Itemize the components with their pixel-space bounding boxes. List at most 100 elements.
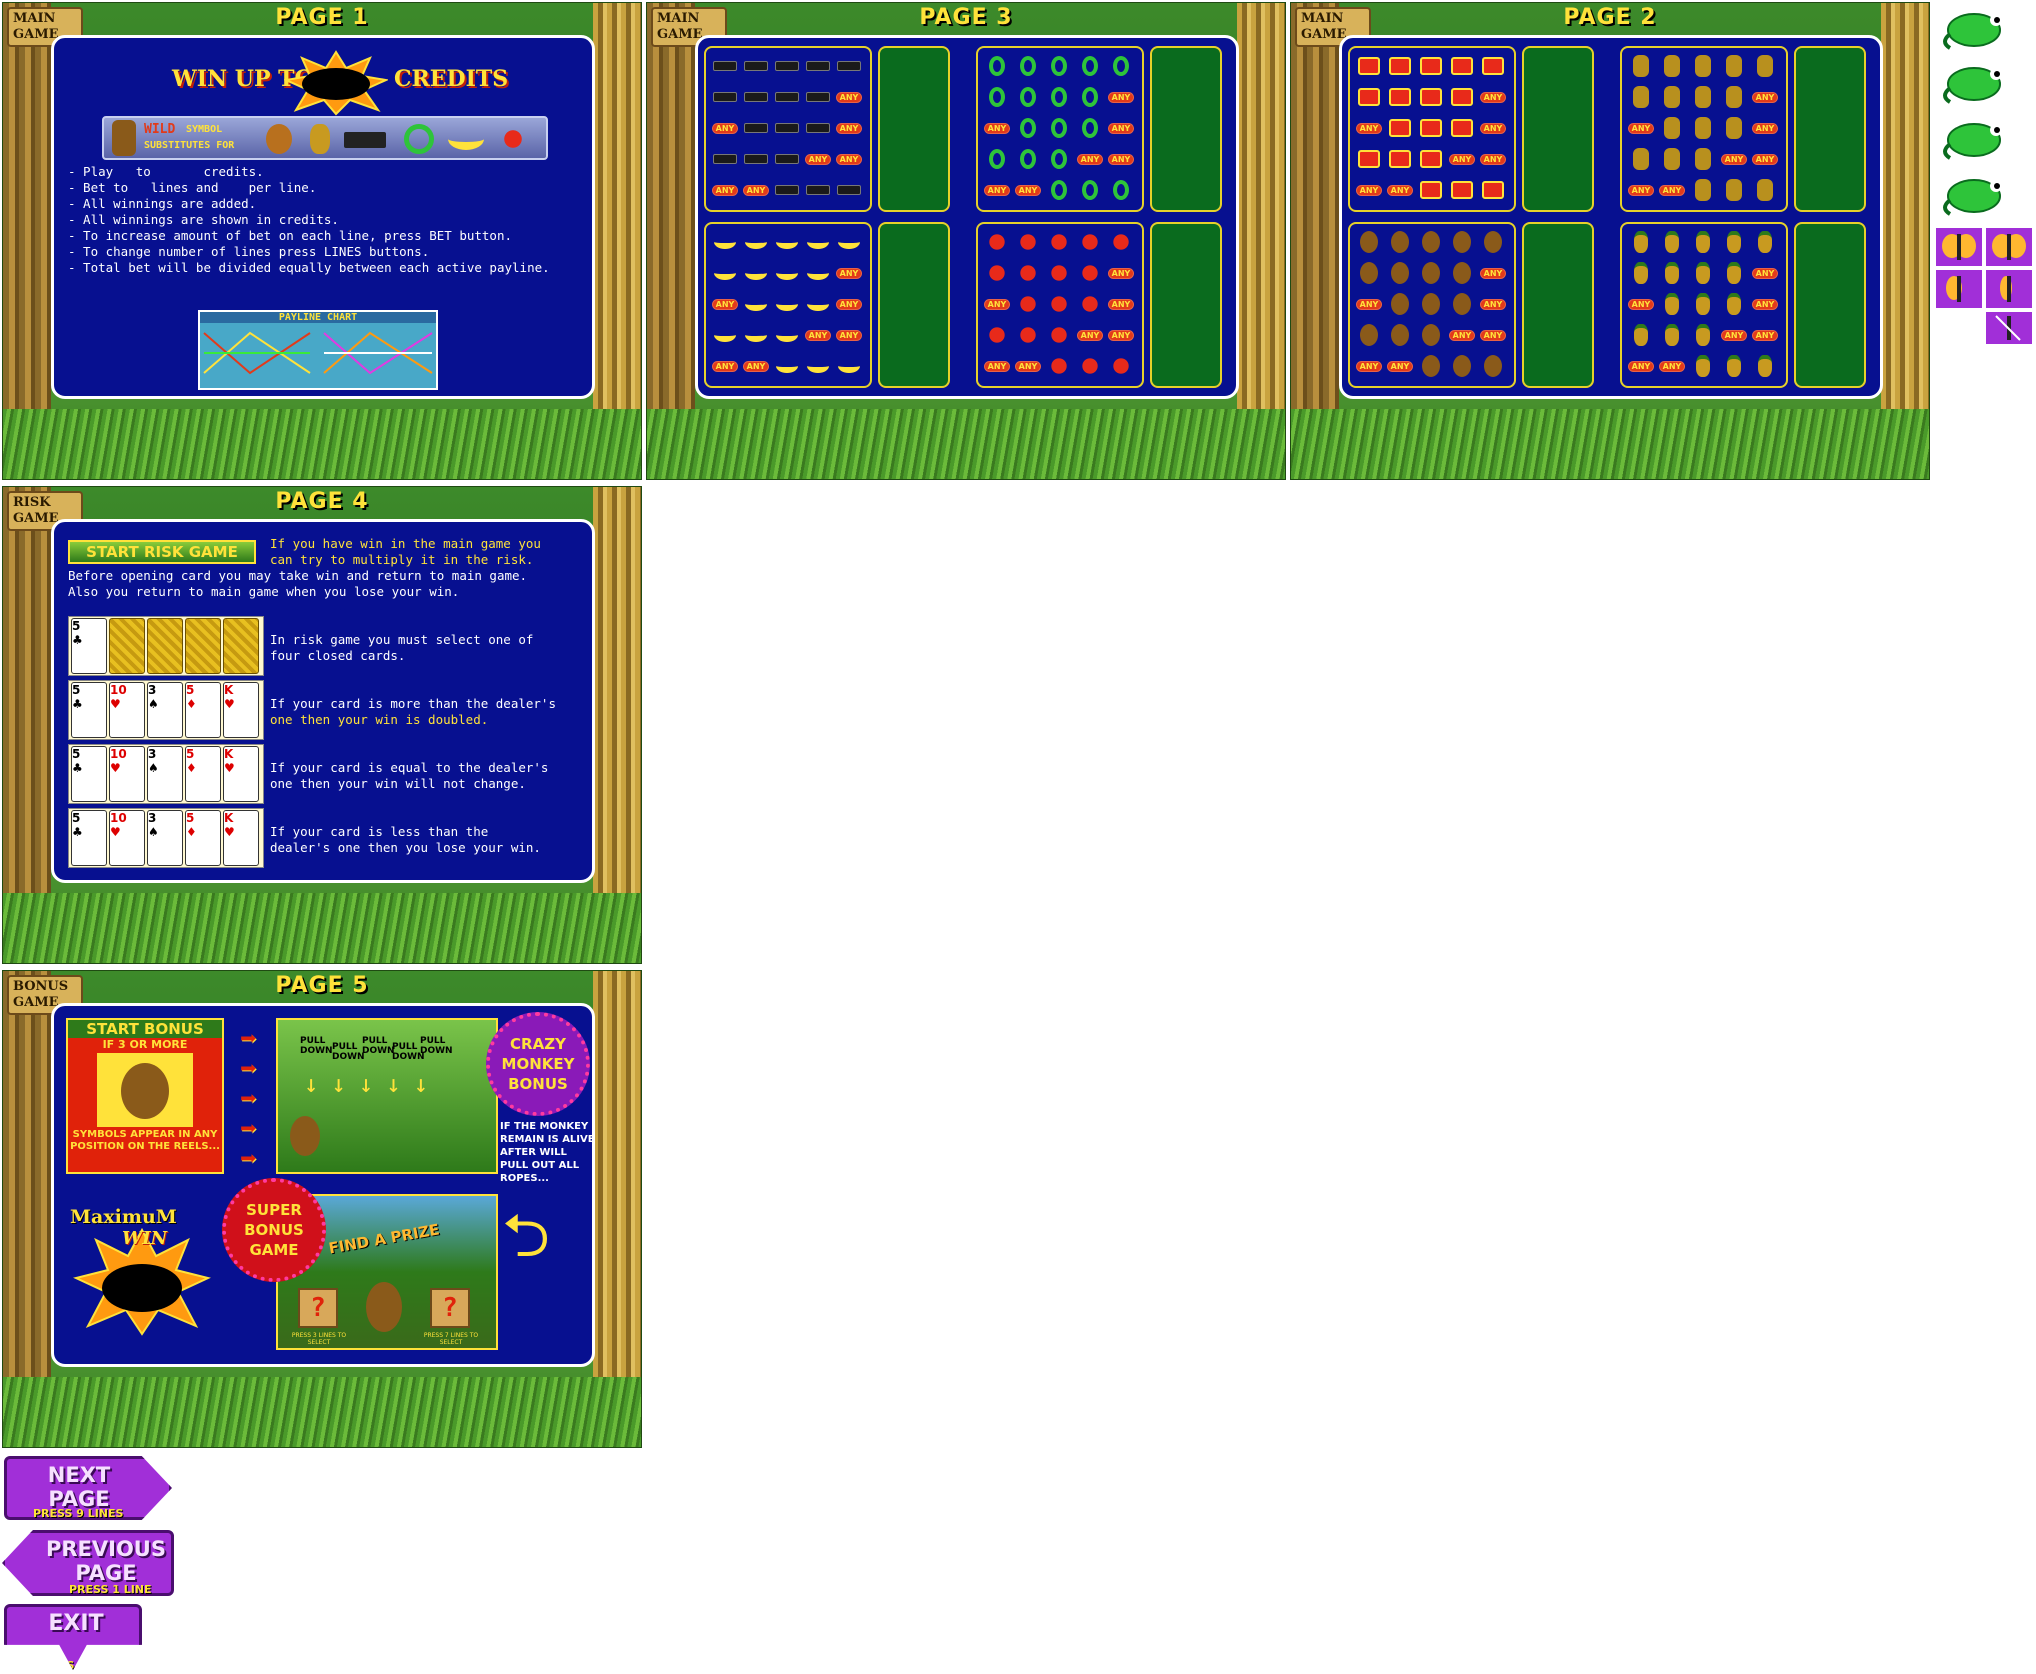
mask-icon [1690, 147, 1716, 171]
banana-icon [774, 230, 800, 254]
exit-button[interactable]: EXIT PRESS START [4, 1604, 142, 1670]
butterfly-icon [1015, 230, 1041, 254]
tree-trunk-right [593, 971, 641, 1447]
any-pill: ANY [1751, 85, 1779, 109]
exit-label: EXIT [48, 1611, 104, 1636]
bonus-icon [1356, 147, 1382, 171]
grass [647, 409, 1285, 479]
pineapple-icon [1628, 323, 1654, 347]
start-bonus-label: START BONUS [68, 1020, 222, 1038]
maximum-label: MaximuM [70, 1206, 177, 1228]
curved-arrow-icon: ⮌ [502, 1201, 551, 1271]
snake-icon [1046, 178, 1072, 202]
snake-icon [1046, 147, 1072, 171]
bonus-board: START BONUS IF 3 OR MORE SYMBOLS APPEAR … [51, 1003, 595, 1367]
pineapple-icon [1690, 292, 1716, 316]
anvil-icon [712, 85, 738, 109]
panel-page2: MAIN GAME PAGE 2 ANY ANY ANY ANY ANY ANY ANY A… [1290, 2, 1930, 480]
butterfly-icon [1108, 354, 1134, 378]
banana-icon [743, 261, 769, 285]
snake-icon [984, 85, 1010, 109]
butterfly-icon [984, 261, 1010, 285]
banana-icon [743, 230, 769, 254]
any-pill: ANY [742, 178, 770, 202]
mask-icon [1721, 85, 1747, 109]
playing-card: 5 ♦ [185, 810, 221, 866]
any-pill: ANY [742, 354, 770, 378]
rule-line: - To increase amount of bet on each line… [68, 228, 513, 243]
rules-list: - Play to credits. - Bet to lines and pe… [68, 164, 550, 276]
snake-icon [1015, 54, 1041, 78]
question-box-icon: ? [298, 1288, 338, 1328]
previous-page-button[interactable]: PREVIOUS PAGE PRESS 1 LINE [2, 1530, 174, 1596]
any-pill: ANY [835, 85, 863, 109]
butterfly-icon [1015, 323, 1041, 347]
tree-trunk-left [3, 487, 51, 963]
if3-label: IF 3 OR MORE [102, 1038, 188, 1051]
banana-icon [805, 292, 831, 316]
monkey-icon [1449, 230, 1475, 254]
anvil-icon [774, 116, 800, 140]
any-pill: ANY [1386, 354, 1414, 378]
bonus-icon [1356, 54, 1382, 78]
exit-hint: PRESS START [35, 1659, 117, 1672]
press-right-label: PRESS 7 LINES TO SELECT [423, 1332, 479, 1346]
butterfly-sprite-icon [1986, 270, 2032, 308]
card-back [109, 618, 145, 674]
snake-icon [1108, 178, 1134, 202]
banana-icon [836, 354, 862, 378]
any-pill: ANY [711, 354, 739, 378]
mask-icon [1659, 85, 1685, 109]
banana-icon [743, 292, 769, 316]
any-pill: ANY [983, 116, 1011, 140]
any-pill: ANY [1479, 292, 1507, 316]
any-pill: ANY [1479, 323, 1507, 347]
any-pill: ANY [835, 323, 863, 347]
payout-box [878, 46, 950, 212]
payline-chart-title: PAYLINE CHART [200, 312, 436, 323]
playing-card: 3 ♠ [147, 810, 183, 866]
any-pill: ANY [1751, 323, 1779, 347]
any-pill: ANY [1479, 85, 1507, 109]
payout-box [878, 222, 950, 388]
card-row-more: 5 ♣ 10 ♥ 3 ♠ 5 ♦ K ♥ [68, 680, 264, 740]
bonus-icon [1387, 85, 1413, 109]
banana-icon [836, 230, 862, 254]
risk-row-text: dealer's one then you lose your win. [270, 840, 541, 855]
banana-icon [774, 292, 800, 316]
next-page-button[interactable]: NEXT PAGE PRESS 9 LINES [4, 1456, 172, 1520]
find-prize-label: FIND A PRIZE [327, 1220, 441, 1258]
intro-line: can try to multiply it in the risk. [270, 552, 534, 567]
monkey-icon [1387, 261, 1413, 285]
any-pill: ANY [1107, 147, 1135, 171]
pineapple-icon [310, 124, 330, 154]
tree-trunk-left [1291, 3, 1339, 479]
start-risk-button: START RISK GAME [68, 540, 256, 564]
playing-card: K ♥ [223, 746, 259, 802]
butterfly-icon [1077, 354, 1103, 378]
any-pill: ANY [1448, 323, 1476, 347]
bonus-icon [1449, 116, 1475, 140]
butterfly-icon [1015, 261, 1041, 285]
any-pill: ANY [983, 178, 1011, 202]
any-pill: ANY [804, 323, 832, 347]
monkey-icon [1387, 230, 1413, 254]
monkey-icon [1418, 354, 1444, 378]
monkey-icon [1387, 323, 1413, 347]
any-pill: ANY [1107, 261, 1135, 285]
any-pill: ANY [1479, 116, 1507, 140]
page-title: PAGE 5 [275, 973, 369, 998]
banana-icon [805, 230, 831, 254]
before-line: Before opening card you may take win and… [68, 568, 528, 583]
payout-box [1522, 46, 1594, 212]
risk-row-text: If your card is equal to the dealer's [270, 760, 549, 775]
anvil-icon [712, 54, 738, 78]
playing-card: 5 ♣ [71, 810, 107, 866]
paytable-board: ANY ANY ANY ANY ANY ANY ANY ANY ANY ANY ANY ANY ANY… [1339, 35, 1883, 399]
playing-card: 10 ♥ [109, 682, 145, 738]
paytable-board: ANY ANY ANY ANY ANY ANY ANY ANY ANY ANY ANY ANY ANY… [695, 35, 1239, 399]
pull-down-label: PULL DOWN [392, 1042, 425, 1062]
anvil-icon [774, 178, 800, 202]
butterfly-icon [984, 230, 1010, 254]
pull-down-label: PULL DOWN [300, 1036, 333, 1056]
